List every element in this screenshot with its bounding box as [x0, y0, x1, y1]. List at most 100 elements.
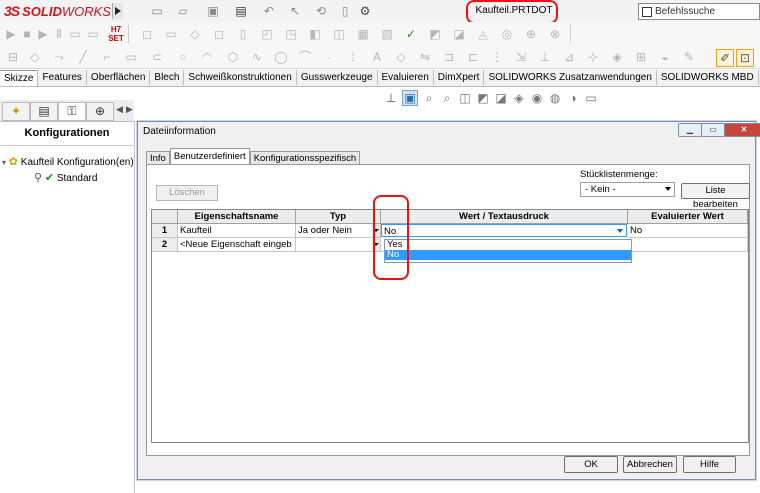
configuration-manager-tab-icon[interactable]: ⚿: [58, 102, 86, 121]
menu-expand-icon[interactable]: [112, 3, 123, 19]
centerline-icon[interactable]: ⁞: [346, 50, 360, 64]
feature-tree-tab-icon[interactable]: ✦: [2, 102, 30, 121]
collapse-icon[interactable]: ▾: [2, 158, 6, 167]
sketch-mode-icon[interactable]: ⊡: [736, 49, 754, 67]
rapid-sketch-icon[interactable]: ◈: [610, 50, 624, 64]
tabs-scroll-left-icon[interactable]: ◀: [116, 104, 124, 116]
tab-benutzerdefiniert[interactable]: Benutzerdefiniert: [169, 148, 250, 165]
play-alt-icon[interactable]: ▶: [36, 27, 50, 41]
toolbar-icon-b[interactable]: ▭: [164, 27, 178, 41]
section-view-icon[interactable]: ◩: [476, 91, 490, 105]
toolbar-icon-m[interactable]: ◩: [428, 27, 442, 41]
shaded-contours-icon[interactable]: ◒: [658, 50, 672, 64]
tab-konfigurationsspezifisch[interactable]: Konfigurationsspezifisch: [249, 151, 361, 165]
spline-icon[interactable]: ∿: [250, 50, 264, 64]
move-icon[interactable]: ⇲: [514, 50, 528, 64]
rebuild-icon[interactable]: ⟲: [314, 4, 328, 18]
rectangle-icon[interactable]: ▭: [124, 50, 138, 64]
previous-view-icon[interactable]: ◫: [458, 91, 472, 105]
close-icon[interactable]: ✕: [724, 123, 760, 137]
monitor-icon[interactable]: ▭: [584, 91, 598, 105]
toolbar-icon-p[interactable]: ◎: [500, 27, 514, 41]
bom-quantity-select[interactable]: - Kein -: [580, 182, 675, 197]
macro-edit-icon[interactable]: ▭: [86, 27, 100, 41]
smart-dimension-icon[interactable]: ◇: [28, 50, 42, 64]
toolbar-icon-j[interactable]: ▦: [356, 27, 370, 41]
toolbar-icon-f[interactable]: ◰: [260, 27, 274, 41]
stop-icon[interactable]: ■: [20, 27, 34, 41]
delete-button[interactable]: Löschen: [156, 185, 218, 201]
ok-button[interactable]: OK: [564, 456, 618, 473]
tab-gusswerkzeuge[interactable]: Gusswerkzeuge: [296, 70, 378, 85]
circle-icon[interactable]: ○: [176, 50, 190, 64]
save-icon[interactable]: ▣: [206, 4, 220, 18]
fillet-icon[interactable]: ⌒: [298, 50, 312, 64]
property-value-cell[interactable]: No: [381, 224, 627, 237]
options-gear-icon[interactable]: ⚙: [358, 4, 372, 18]
command-search[interactable]: Befehlssuche: [638, 3, 760, 20]
mirror-icon[interactable]: ⇋: [418, 50, 432, 64]
offset-icon[interactable]: ⊐: [442, 50, 456, 64]
solidworks-logo[interactable]: 3S SOLID WORKS: [4, 3, 111, 19]
tab-blech[interactable]: Blech: [150, 70, 185, 85]
hide-show-icon[interactable]: ◉: [530, 91, 544, 105]
toolbar-icon-g[interactable]: ◳: [284, 27, 298, 41]
minimize-icon[interactable]: ▁: [678, 123, 702, 137]
polyline-icon[interactable]: ⌐: [100, 50, 114, 64]
pattern-icon[interactable]: ⋮: [490, 50, 504, 64]
text-icon[interactable]: A: [370, 50, 384, 64]
edit-appearance-icon[interactable]: ◍: [548, 91, 562, 105]
print-icon[interactable]: ▤: [234, 4, 248, 18]
toolbar-icon-r[interactable]: ⊗: [548, 27, 562, 41]
line-icon[interactable]: ╱: [76, 50, 90, 64]
tab-info[interactable]: Info: [146, 151, 170, 165]
macro-set-icon[interactable]: H7 SET: [108, 25, 124, 43]
toolbar-icon-e[interactable]: ▯: [236, 27, 250, 41]
toolbar-icon-q[interactable]: ⊕: [524, 27, 538, 41]
arc-icon[interactable]: ◠: [200, 50, 214, 64]
sketch-toggle-icon[interactable]: ✐: [716, 49, 734, 67]
instant2d-icon[interactable]: ⊞: [634, 50, 648, 64]
toolbar-icon-k[interactable]: ▨: [380, 27, 394, 41]
play-icon[interactable]: ▶: [4, 27, 18, 41]
toolbar-icon-o[interactable]: ◬: [476, 27, 490, 41]
zoom-to-fit-icon[interactable]: ⌕: [422, 91, 436, 105]
tabs-scroll-right-icon[interactable]: ▶: [126, 104, 134, 116]
option-no[interactable]: No: [385, 250, 631, 260]
plane-icon[interactable]: ◇: [394, 50, 408, 64]
property-manager-tab-icon[interactable]: ▤: [30, 102, 58, 121]
dimxpert-tab-icon[interactable]: ⊕: [86, 102, 114, 121]
column-header-name[interactable]: Eigenschaftsname: [178, 210, 296, 224]
toolbar-icon-h[interactable]: ◧: [308, 27, 322, 41]
tab-oberflaechen[interactable]: Oberflächen: [86, 70, 151, 85]
column-header-type[interactable]: Typ: [296, 210, 381, 224]
view-orientation-icon[interactable]: ⊥: [384, 91, 398, 105]
quick-snaps-icon[interactable]: ⊹: [586, 50, 600, 64]
property-type-cell[interactable]: Ja oder Nein: [296, 224, 381, 238]
property-name-cell[interactable]: Kaufteil: [178, 224, 296, 238]
toolbar-icon-d[interactable]: ◻: [212, 27, 226, 41]
tree-root-row[interactable]: ▾ ✿ Kaufteil Konfiguration(en): [2, 155, 134, 168]
sketch-ink-icon[interactable]: ✎: [682, 50, 696, 64]
chevron-down-icon[interactable]: [617, 229, 623, 233]
trim-icon[interactable]: ⤳: [52, 50, 66, 64]
tab-evaluieren[interactable]: Evaluieren: [377, 70, 434, 85]
new-document-icon[interactable]: ▭: [150, 4, 164, 18]
tab-mbd[interactable]: SOLIDWORKS MBD: [656, 70, 759, 85]
pause-icon[interactable]: Ⅱ: [52, 27, 66, 41]
tab-features[interactable]: Features: [38, 70, 87, 85]
polygon-icon[interactable]: ⬡: [226, 50, 240, 64]
repair-icon[interactable]: ⊿: [562, 50, 576, 64]
tab-schweisskonstruktionen[interactable]: Schweißkonstruktionen: [184, 70, 297, 85]
tree-config-standard[interactable]: ⚲ ✔ Standard: [34, 171, 97, 184]
new-property-name-cell[interactable]: <Neue Eigenschaft eingeb: [178, 238, 296, 252]
column-header-evaluated[interactable]: Evaluierter Wert: [628, 210, 748, 224]
view-settings-icon[interactable]: ◈: [512, 91, 526, 105]
tab-skizze[interactable]: Skizze: [0, 70, 39, 86]
convert-icon[interactable]: ⊏: [466, 50, 480, 64]
new-property-type-cell[interactable]: [296, 238, 381, 252]
help-button[interactable]: Hilfe: [683, 456, 736, 473]
toolbar-icon-a[interactable]: ◻: [140, 27, 154, 41]
toolbar-icon-l[interactable]: ✓: [404, 27, 418, 41]
tab-dimxpert[interactable]: DimXpert: [433, 70, 485, 85]
